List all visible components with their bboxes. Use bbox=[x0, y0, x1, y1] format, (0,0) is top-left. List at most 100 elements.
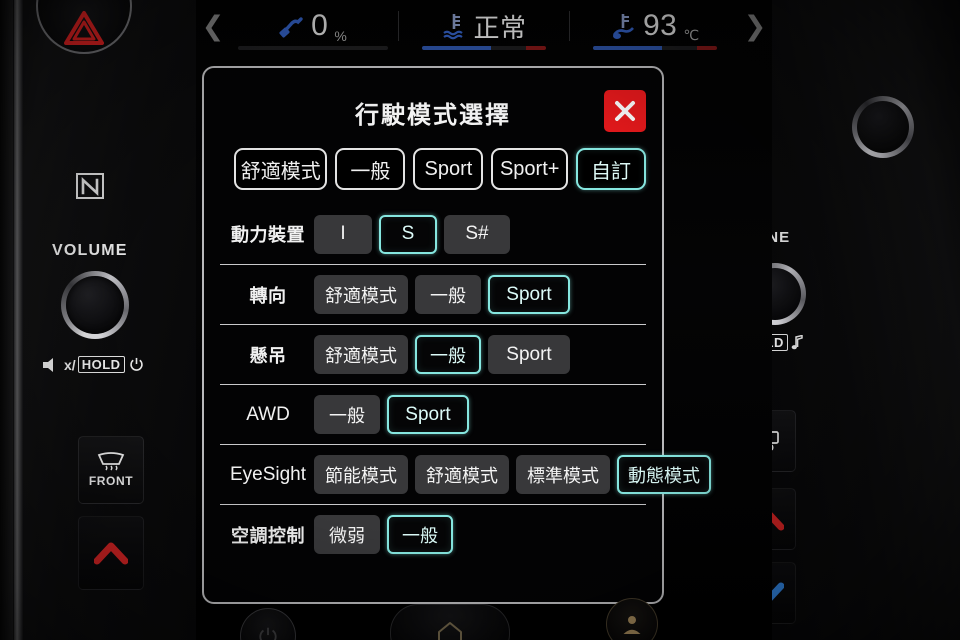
setting-option[interactable]: Sport bbox=[488, 275, 570, 314]
setting-row-label: 轉向 bbox=[249, 285, 287, 306]
setting-option-label: Sport bbox=[405, 403, 451, 425]
setting-row: EyeSight 節能模式 舒適模式 標準模式 動態模式 bbox=[220, 444, 711, 504]
preset-button[interactable]: Sport+ bbox=[491, 148, 568, 190]
setting-option-label: 一般 bbox=[430, 345, 466, 366]
preset-button[interactable]: Sport bbox=[413, 148, 484, 190]
setting-row-label: 空調控制 bbox=[231, 525, 305, 546]
coolant-temp-icon bbox=[443, 14, 464, 40]
volume-label: VOLUME bbox=[52, 242, 128, 259]
setting-option-label: Sport bbox=[506, 283, 552, 305]
status-oil-unit: ℃ bbox=[683, 27, 700, 43]
status-item-coolant[interactable]: 正常 bbox=[399, 0, 569, 52]
status-item-oil[interactable]: 93 ℃ bbox=[570, 0, 740, 52]
user-profile-icon bbox=[623, 616, 641, 634]
oil-temp-icon bbox=[612, 14, 634, 39]
home-icon bbox=[438, 622, 462, 640]
setting-option-label: 微弱 bbox=[329, 525, 365, 546]
right-bezel-knob[interactable] bbox=[852, 96, 914, 158]
status-coolant-bar bbox=[422, 46, 546, 50]
close-button[interactable] bbox=[604, 90, 646, 132]
setting-option[interactable]: 節能模式 bbox=[314, 455, 408, 494]
head-unit-screenshot: VOLUME x/ HOLD FRONT ❮ 0 % 正常 93 ℃ ❯ 行駛模… bbox=[0, 0, 960, 640]
setting-option-label: Sport bbox=[506, 343, 552, 365]
chevron-up-icon bbox=[94, 542, 128, 565]
status-fuel-bar bbox=[238, 46, 388, 50]
volume-knob[interactable] bbox=[61, 271, 129, 339]
nfc-icon bbox=[76, 173, 104, 199]
setting-option[interactable]: 一般 bbox=[387, 515, 453, 554]
volume-hold-label: HOLD bbox=[77, 356, 125, 373]
preset-button[interactable]: 一般 bbox=[335, 148, 406, 190]
setting-option-label: 標準模式 bbox=[527, 465, 599, 486]
preset-button[interactable]: 舒適模式 bbox=[234, 148, 328, 190]
setting-option-group: 舒適模式 一般 Sport bbox=[314, 275, 570, 314]
setting-option-label: 舒適模式 bbox=[426, 465, 498, 486]
setting-option[interactable]: S bbox=[379, 214, 437, 254]
status-oil-bar bbox=[593, 46, 717, 50]
drive-mode-dialog: 行駛模式選擇 舒適模式 一般 Sport Sport+ 自訂 動力裝置 I S S# 轉向 舒適模… bbox=[202, 66, 711, 604]
power-circle-icon bbox=[259, 627, 277, 640]
preset-label: 舒適模式 bbox=[240, 160, 321, 183]
setting-row: 空調控制 微弱 一般 bbox=[220, 504, 646, 564]
status-prev-button[interactable]: ❮ bbox=[198, 12, 228, 40]
setting-row: 懸吊 舒適模式 一般 Sport bbox=[220, 324, 646, 384]
setting-option-group: I S S# bbox=[314, 214, 510, 254]
mute-slash-label: x/ bbox=[64, 356, 76, 373]
status-bar: ❮ 0 % 正常 93 ℃ ❯ bbox=[196, 0, 772, 52]
setting-option[interactable]: 微弱 bbox=[314, 515, 380, 554]
setting-row: 轉向 舒適模式 一般 Sport bbox=[220, 264, 646, 324]
setting-option[interactable]: 一般 bbox=[415, 335, 481, 374]
fuel-nozzle-icon bbox=[279, 17, 303, 38]
setting-option-label: 一般 bbox=[329, 405, 365, 426]
music-note-icon bbox=[791, 335, 803, 350]
front-defroster-icon bbox=[97, 452, 125, 471]
hazard-triangle-icon bbox=[64, 11, 104, 45]
volume-knob-face bbox=[66, 276, 124, 334]
setting-option-label: 節能模式 bbox=[325, 465, 397, 486]
setting-option[interactable]: 動態模式 bbox=[617, 455, 711, 494]
setting-row-label: 動力裝置 bbox=[231, 225, 305, 245]
setting-row-label: AWD bbox=[246, 403, 290, 425]
setting-option[interactable]: 舒適模式 bbox=[314, 275, 408, 314]
preset-label: Sport bbox=[424, 157, 473, 180]
left-bezel-edge-dark bbox=[0, 0, 13, 640]
status-item-fuel[interactable]: 0 % bbox=[228, 0, 398, 52]
setting-option[interactable]: 標準模式 bbox=[516, 455, 610, 494]
setting-option[interactable]: Sport bbox=[488, 335, 570, 374]
setting-row-label: 懸吊 bbox=[249, 345, 287, 366]
setting-option[interactable]: 舒適模式 bbox=[314, 335, 408, 374]
setting-row-label: EyeSight bbox=[229, 463, 307, 485]
setting-option-label: 舒適模式 bbox=[325, 285, 397, 306]
mute-hold-power-labels: x/ HOLD bbox=[42, 356, 144, 373]
status-coolant-value: 正常 bbox=[473, 12, 527, 43]
page-title: 行駛模式選擇 bbox=[355, 101, 511, 129]
setting-option-label: S# bbox=[465, 223, 489, 244]
setting-option-label: I bbox=[340, 223, 346, 244]
hazard-lights-button[interactable] bbox=[36, 0, 132, 54]
left-temp-up-button[interactable] bbox=[78, 516, 144, 590]
setting-option[interactable]: 舒適模式 bbox=[415, 455, 509, 494]
preset-label: Sport+ bbox=[499, 157, 560, 180]
close-icon bbox=[615, 101, 635, 121]
right-bezel-panel bbox=[772, 0, 960, 640]
front-defroster-label: FRONT bbox=[88, 474, 134, 488]
setting-option[interactable]: I bbox=[314, 214, 372, 254]
setting-option-label: 動態模式 bbox=[628, 465, 700, 486]
setting-option-label: 一般 bbox=[402, 525, 438, 546]
setting-option[interactable]: Sport bbox=[387, 395, 469, 434]
drive-mode-preset-row: 舒適模式 一般 Sport Sport+ 自訂 bbox=[220, 142, 646, 204]
front-defroster-button[interactable]: FRONT bbox=[78, 436, 144, 504]
setting-option[interactable]: 一般 bbox=[314, 395, 380, 434]
setting-row: AWD 一般 Sport bbox=[220, 384, 646, 444]
mute-icon bbox=[43, 357, 53, 372]
status-oil-value: 93 bbox=[642, 9, 678, 42]
preset-button[interactable]: 自訂 bbox=[576, 148, 646, 190]
home-button[interactable] bbox=[390, 604, 510, 640]
setting-option[interactable]: 一般 bbox=[415, 275, 481, 314]
setting-option-label: 一般 bbox=[430, 285, 466, 306]
setting-option-label: 舒適模式 bbox=[325, 345, 397, 366]
status-fuel-value: 0 bbox=[311, 9, 329, 42]
power-icon bbox=[129, 357, 143, 371]
setting-option[interactable]: S# bbox=[444, 214, 510, 254]
status-next-button[interactable]: ❯ bbox=[740, 12, 770, 40]
